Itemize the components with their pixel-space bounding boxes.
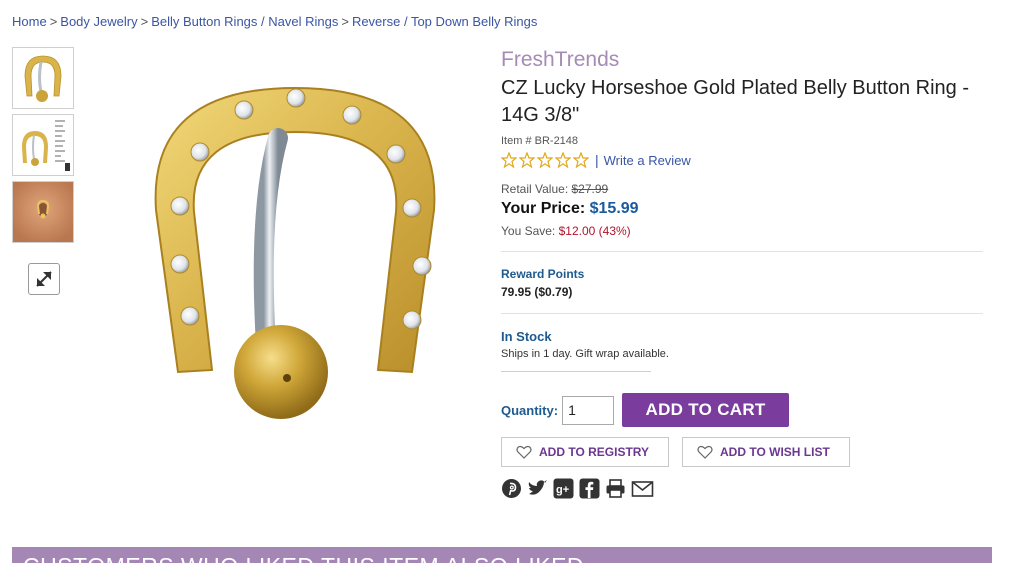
breadcrumb-separator: > [341, 14, 349, 29]
social-share: g+ [501, 478, 983, 499]
breadcrumb-reverse-top-down[interactable]: Reverse / Top Down Belly Rings [352, 14, 537, 29]
product-info: FreshTrends CZ Lucky Horseshoe Gold Plat… [501, 46, 983, 499]
price-label: Your Price: [501, 200, 586, 217]
add-to-registry-button[interactable]: ADD TO REGISTRY [501, 437, 669, 467]
add-to-wishlist-label: ADD TO WISH LIST [720, 445, 830, 459]
breadcrumb-separator: > [49, 14, 58, 29]
secondary-actions: ADD TO REGISTRY ADD TO WISH LIST [501, 437, 983, 467]
stock-status: In Stock [501, 329, 552, 344]
google-plus-icon[interactable]: g+ [553, 478, 574, 499]
divider [501, 251, 983, 252]
quantity-label: Quantity: [501, 402, 559, 418]
add-to-registry-label: ADD TO REGISTRY [539, 445, 650, 459]
star-icon [519, 152, 535, 168]
heart-icon [697, 445, 713, 459]
star-icon [501, 152, 517, 168]
thumbnail-worn[interactable] [12, 181, 74, 243]
heart-icon [516, 445, 532, 459]
breadcrumb-belly-button-rings[interactable]: Belly Button Rings / Navel Rings [151, 14, 338, 29]
svg-text:g+: g+ [556, 484, 569, 496]
add-to-wishlist-button[interactable]: ADD TO WISH LIST [682, 437, 850, 467]
reward-points-value: 79.95 ($0.79) [501, 285, 573, 299]
breadcrumb: Home > Body Jewelry > Belly Button Rings / N… [12, 14, 537, 29]
add-to-cart-button[interactable]: ADD TO CART [622, 393, 790, 427]
divider [501, 313, 983, 314]
star-rating[interactable] [501, 152, 589, 168]
thumbnail-list [12, 47, 74, 248]
related-items-banner: CUSTOMERS WHO LIKED THIS ITEM ALSO LIKED [12, 547, 992, 563]
facebook-icon[interactable] [579, 478, 600, 499]
expand-icon [36, 271, 52, 287]
star-icon [555, 152, 571, 168]
brand-name[interactable]: FreshTrends [501, 46, 983, 74]
star-icon [537, 152, 553, 168]
product-title: CZ Lucky Horseshoe Gold Plated Belly But… [501, 77, 969, 126]
rating-row: | Write a Review [501, 151, 983, 169]
quantity-input[interactable] [562, 395, 615, 425]
shipping-info: Ships in 1 day. Gift wrap available. [501, 348, 669, 360]
star-icon [573, 152, 589, 168]
your-price: Your Price: $15.99 [501, 200, 983, 218]
breadcrumb-body-jewelry[interactable]: Body Jewelry [60, 14, 137, 29]
main-product-image [130, 60, 470, 440]
breadcrumb-home[interactable]: Home [12, 14, 47, 29]
retail-price: $27.99 [571, 182, 609, 196]
thumbnail-dimensions[interactable] [12, 114, 74, 176]
you-save: You Save: $12.00 (43%) [501, 224, 983, 238]
related-items-heading: CUSTOMERS WHO LIKED THIS ITEM ALSO LIKED [23, 553, 584, 563]
divider [501, 371, 651, 372]
quantity-row: Quantity: ADD TO CART [501, 393, 983, 427]
breadcrumb-separator: > [140, 14, 149, 29]
save-label: You Save: [501, 224, 556, 238]
thumbnail-horseshoe[interactable] [12, 47, 74, 109]
print-icon[interactable] [605, 478, 626, 499]
retail-value: Retail Value: $27.99 [501, 182, 983, 196]
reward-points-label[interactable]: Reward Points [501, 267, 983, 281]
expand-image-button[interactable] [28, 263, 60, 295]
twitter-icon[interactable] [527, 478, 548, 499]
rating-separator: | [595, 152, 599, 168]
item-number: Item # BR-2148 [501, 135, 579, 147]
price-value: $15.99 [589, 200, 639, 217]
retail-label: Retail Value: [501, 182, 569, 196]
email-icon[interactable] [631, 478, 654, 499]
write-review-link[interactable]: Write a Review [604, 153, 691, 168]
save-value: $12.00 (43%) [558, 224, 631, 238]
pinterest-icon[interactable] [501, 478, 522, 499]
